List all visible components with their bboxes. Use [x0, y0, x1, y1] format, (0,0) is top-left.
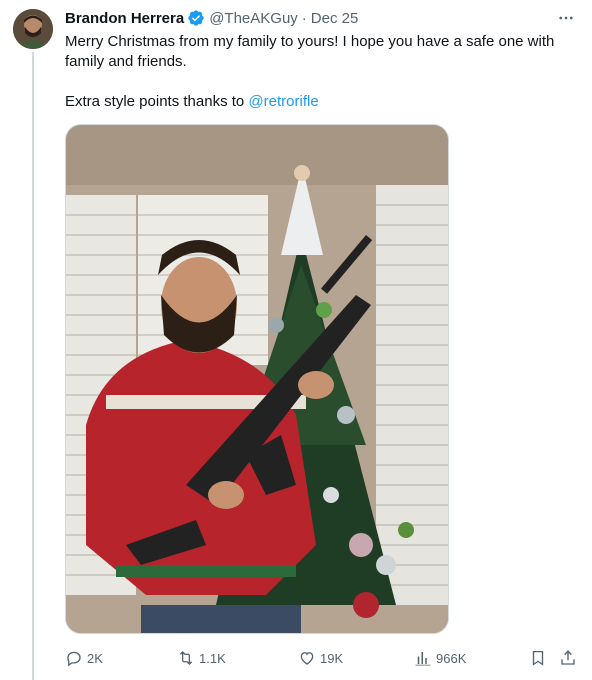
tweet-text: Merry Christmas from my family to yours!… — [65, 32, 570, 112]
views-count: 966K — [436, 650, 467, 666]
verified-badge-icon — [187, 9, 205, 27]
more-options-icon[interactable] — [554, 8, 578, 28]
share-icon — [561, 650, 575, 665]
photo-image — [66, 125, 448, 633]
views-icon — [415, 652, 431, 666]
tweet-photo[interactable] — [65, 124, 449, 634]
author-handle[interactable]: @TheAKGuy — [209, 10, 298, 27]
like-count: 19K — [320, 650, 344, 666]
tweet-header: Brandon Herrera @TheAKGuy · Dec 25 — [65, 8, 580, 28]
reply-count: 2K — [87, 650, 103, 666]
share-button[interactable] — [559, 648, 577, 668]
tweet-text-prefix: Extra style points thanks to — [65, 93, 249, 110]
tweet-text-line1: Merry Christmas from my family to yours!… — [65, 33, 555, 70]
tweet-date[interactable]: Dec 25 — [311, 10, 359, 27]
avatar[interactable] — [13, 9, 53, 49]
author-name[interactable]: Brandon Herrera — [65, 10, 184, 27]
action-bar: 2K 1.1K 19K 966K — [65, 648, 580, 668]
like-button[interactable]: 19K — [298, 648, 343, 668]
reply-button[interactable]: 2K — [65, 648, 103, 668]
reply-icon — [67, 651, 81, 667]
bookmark-icon — [532, 650, 544, 666]
repost-button[interactable]: 1.1K — [177, 648, 226, 668]
tweet[interactable]: Brandon Herrera @TheAKGuy · Dec 25 Merry… — [65, 8, 580, 667]
repost-count: 1.1K — [199, 650, 226, 666]
tweet-text-line2: Extra style points thanks to @retrorifle — [65, 92, 570, 112]
views-button[interactable]: 966K — [414, 648, 466, 668]
separator-dot: · — [301, 9, 307, 27]
repost-icon — [179, 651, 193, 665]
heart-icon — [300, 652, 314, 665]
thread-line — [32, 52, 34, 680]
bookmark-button[interactable] — [529, 648, 547, 668]
mention-link[interactable]: @retrorifle — [248, 93, 318, 110]
